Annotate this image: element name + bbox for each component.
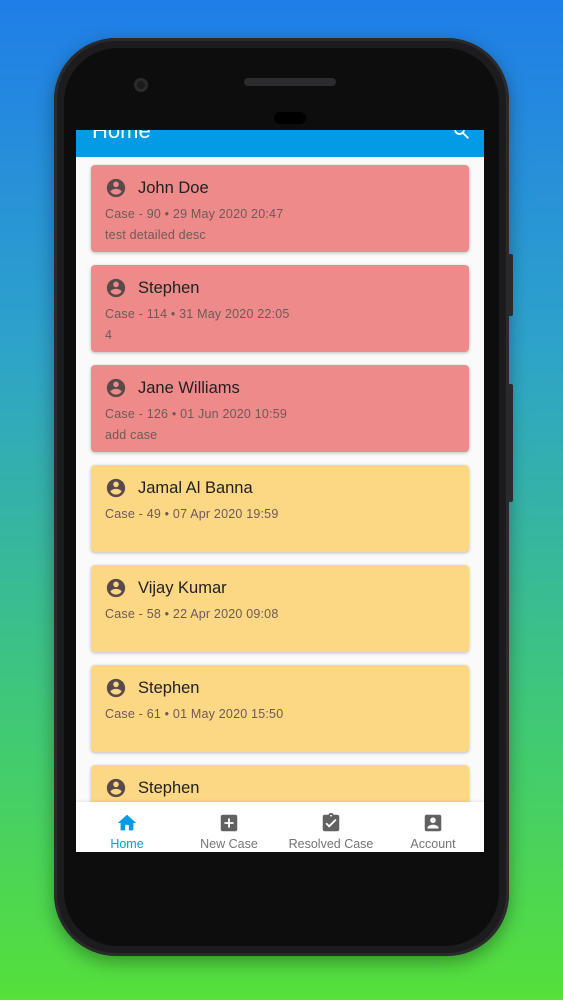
case-meta: Case - 114 • 31 May 2020 22:05	[105, 307, 290, 321]
front-camera	[134, 78, 148, 92]
earpiece-speaker	[244, 78, 336, 86]
nav-label: New Case	[200, 837, 258, 851]
case-card[interactable]: Jane Williams Case - 126 • 01 Jun 2020 1…	[91, 365, 469, 452]
account-circle-icon	[106, 678, 126, 698]
proximity-sensor	[274, 112, 306, 124]
case-meta: Case - 61 • 01 May 2020 15:50	[105, 707, 284, 721]
case-description: 4	[105, 328, 113, 342]
assignment-turned-in-icon	[322, 812, 340, 832]
account-circle-icon	[106, 778, 126, 798]
case-card[interactable]: Vijay Kumar Case - 58 • 22 Apr 2020 09:0…	[91, 565, 469, 652]
nav-new-case[interactable]: New Case	[178, 802, 280, 852]
nav-account[interactable]: Account	[382, 802, 484, 852]
nav-home[interactable]: Home	[76, 802, 178, 852]
nav-label: Home	[110, 837, 144, 851]
case-name: Stephen	[138, 278, 200, 297]
case-meta: Case - 58 • 22 Apr 2020 09:08	[105, 607, 279, 621]
case-name: Vijay Kumar	[138, 578, 227, 597]
nav-label: Account	[410, 837, 456, 851]
page-title: Home	[92, 130, 151, 143]
account-circle-icon	[106, 178, 126, 198]
account-circle-icon	[106, 278, 126, 298]
case-card[interactable]: Stephen Case - 61 • 01 May 2020 15:50	[91, 665, 469, 752]
case-name: Stephen	[138, 678, 200, 697]
case-card[interactable]: Stephen	[91, 765, 469, 802]
case-card[interactable]: Stephen Case - 114 • 31 May 2020 22:05 4	[91, 265, 469, 352]
account-circle-icon	[106, 378, 126, 398]
case-meta: Case - 90 • 29 May 2020 20:47	[105, 207, 284, 221]
case-list[interactable]: John Doe Case - 90 • 29 May 2020 20:47 t…	[76, 157, 484, 802]
account-circle-icon	[106, 578, 126, 598]
case-description: add case	[105, 428, 158, 442]
case-name: John Doe	[138, 178, 209, 197]
bottom-navigation: Home New Case Resolved Case Account	[76, 802, 484, 852]
app-screen: Home John Doe Case - 90 • 29 May 2020 20…	[76, 130, 484, 852]
case-name: Jane Williams	[138, 378, 240, 397]
case-meta: Case - 49 • 07 Apr 2020 19:59	[105, 507, 279, 521]
search-icon[interactable]	[452, 130, 470, 140]
case-name: Stephen	[138, 778, 200, 797]
account-circle-icon	[106, 478, 126, 498]
nav-label: Resolved Case	[288, 837, 374, 851]
case-card[interactable]: John Doe Case - 90 • 29 May 2020 20:47 t…	[91, 165, 469, 252]
power-button	[508, 254, 513, 316]
app-bar: Home	[76, 130, 484, 157]
home-icon	[117, 814, 137, 831]
case-meta: Case - 126 • 01 Jun 2020 10:59	[105, 407, 288, 421]
account-box-icon	[424, 814, 442, 832]
case-card[interactable]: Jamal Al Banna Case - 49 • 07 Apr 2020 1…	[91, 465, 469, 552]
nav-resolved-case[interactable]: Resolved Case	[280, 802, 382, 852]
add-box-icon	[220, 814, 238, 832]
case-description: test detailed desc	[105, 228, 206, 242]
case-name: Jamal Al Banna	[138, 478, 253, 497]
volume-button	[508, 384, 513, 502]
